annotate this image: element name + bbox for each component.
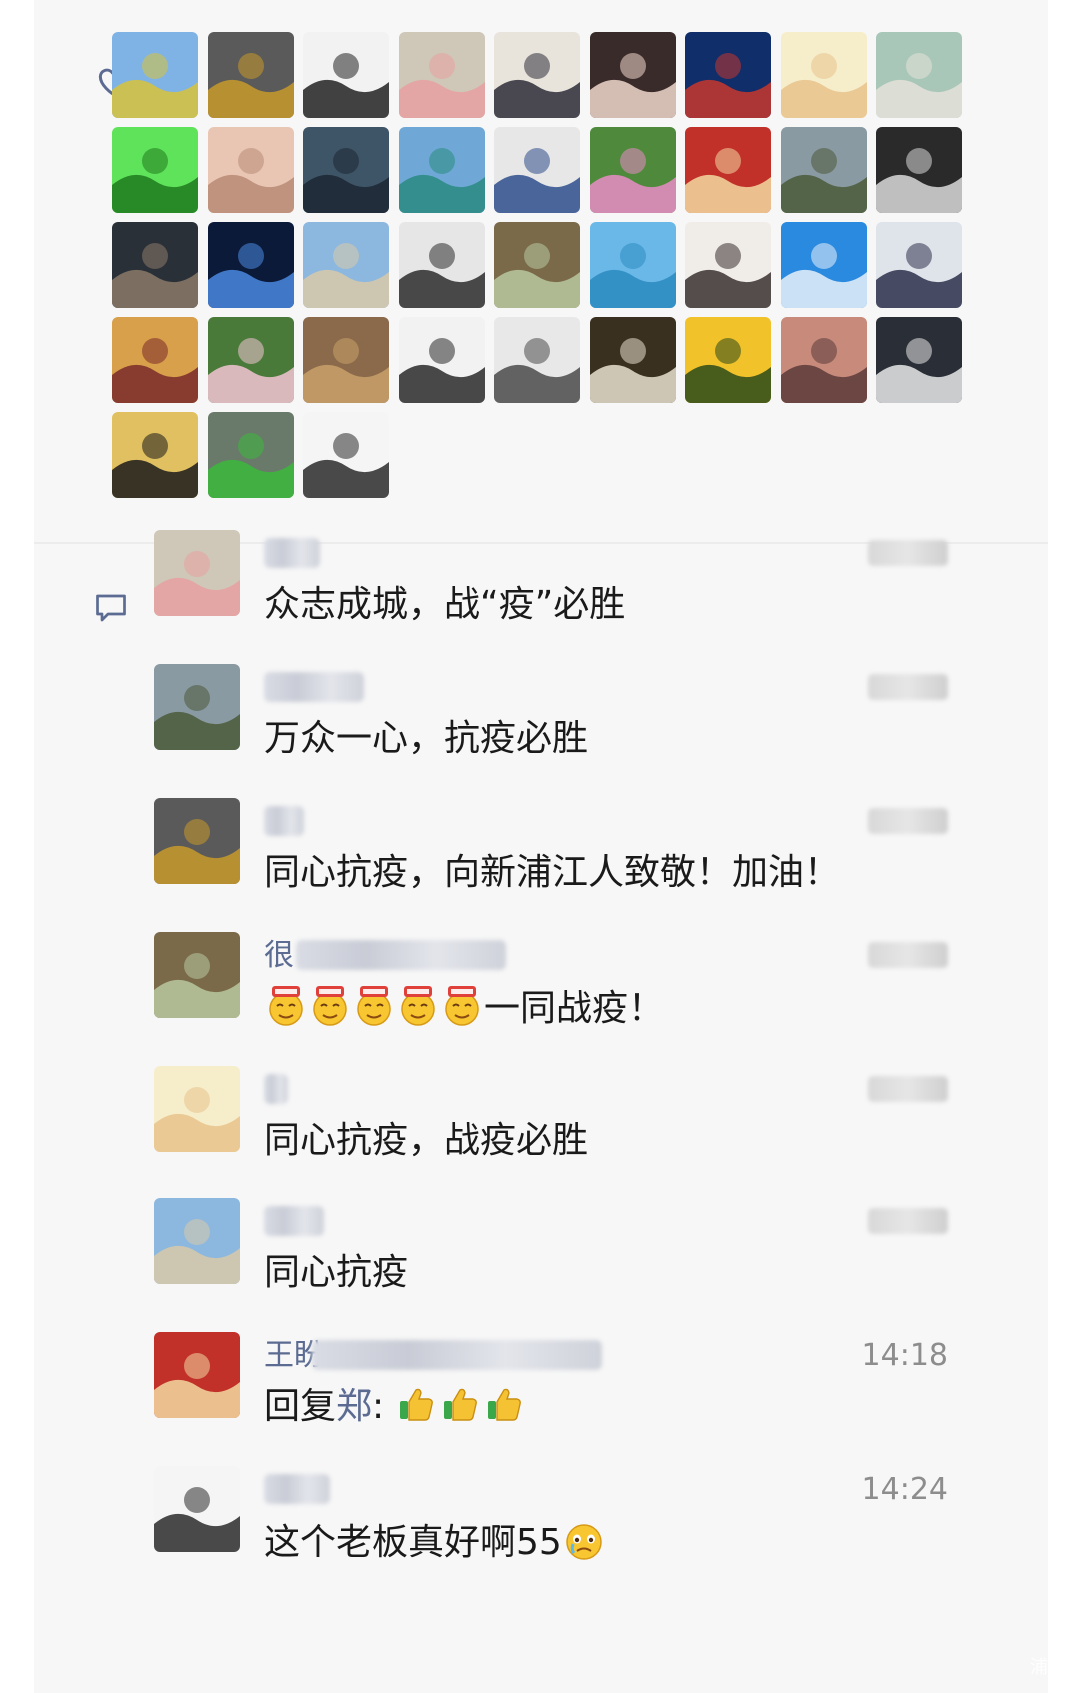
- liker-avatar-tunnel-walkway[interactable]: [589, 317, 676, 403]
- comment-item[interactable]: 14:24 这个老板真好啊55: [34, 1466, 1048, 1606]
- liker-avatar-night-lights[interactable]: [207, 222, 294, 308]
- liker-avatar-city-night[interactable]: [112, 222, 198, 308]
- commenter-avatar[interactable]: [154, 1066, 240, 1152]
- liker-avatar-lotus-flower[interactable]: [589, 127, 676, 213]
- thumbs-up-row: [396, 1386, 528, 1427]
- reply-target-name[interactable]: 郑: [336, 1386, 372, 1427]
- emoji-666-row: [264, 986, 484, 1029]
- liker-avatar-girl-pear[interactable]: [303, 412, 389, 498]
- comment-text: 一同战疫！: [264, 984, 664, 1032]
- comment-item[interactable]: 同心抗疫，战疫必胜: [34, 1066, 1048, 1206]
- thumbs-up-icon: [443, 1388, 477, 1421]
- commenter-avatar[interactable]: [154, 530, 240, 616]
- liker-avatar-lake-mountain[interactable]: [398, 127, 485, 213]
- liker-avatar-toddler-face[interactable]: [207, 127, 294, 213]
- comment-item[interactable]: 很 一同战疫！: [34, 932, 1048, 1072]
- commenter-avatar[interactable]: [154, 932, 240, 1018]
- blurred-username: [296, 940, 506, 970]
- comment-timestamp: 14:24: [861, 1472, 948, 1507]
- liker-avatar-yoga-pose[interactable]: [112, 412, 198, 498]
- liker-avatar-frog-figure[interactable]: [494, 222, 580, 308]
- liker-avatar-beach-walker[interactable]: [303, 222, 389, 308]
- liker-avatar-panda-game[interactable]: [876, 317, 962, 403]
- emoji-666-icon: [269, 986, 303, 1026]
- blurred-username: [264, 538, 320, 568]
- liker-avatar-man-portrait[interactable]: [494, 127, 580, 213]
- commenter-name[interactable]: 很: [264, 938, 294, 974]
- blurred-username: [264, 806, 304, 836]
- liker-avatar-store-interior[interactable]: [780, 317, 867, 403]
- emoji-666-icon: [357, 986, 391, 1026]
- liker-avatar-dandelion[interactable]: [780, 222, 867, 308]
- thumbs-up-icon: [487, 1388, 521, 1421]
- liker-avatar-tea-cup[interactable]: [207, 412, 294, 498]
- liker-avatar-hooded-figure[interactable]: [303, 127, 389, 213]
- commenter-avatar[interactable]: [154, 664, 240, 750]
- emoji-666-icon: [313, 986, 347, 1026]
- moments-detail-panel: 众志成城，战“疫”必胜 万众一心，抗疫必胜 同心抗疫，向新浦江人致敬！加油！ 很…: [34, 0, 1048, 1693]
- blurred-username: [264, 1206, 324, 1236]
- blurred-timestamp: [868, 808, 948, 834]
- blurred-timestamp: [868, 1076, 948, 1102]
- comment-text: 同心抗疫: [264, 1252, 409, 1293]
- comment-text: 同心抗疫，战疫必胜: [264, 1120, 589, 1161]
- comment-item[interactable]: 王盼 14:18 回复郑:: [34, 1332, 1048, 1472]
- blurred-timestamp: [868, 674, 948, 700]
- liker-avatar-seaside-person[interactable]: [685, 32, 771, 118]
- liker-avatar-cartoon-cat[interactable]: [398, 32, 485, 118]
- comment-item[interactable]: 同心抗疫: [34, 1198, 1048, 1338]
- thumbs-up-icon: [399, 1388, 433, 1421]
- liker-avatar-baby-photo[interactable]: [589, 32, 676, 118]
- blurred-timestamp: [868, 1208, 948, 1234]
- liker-avatar-pink-flower[interactable]: [207, 317, 294, 403]
- commenter-avatar[interactable]: [154, 1332, 240, 1418]
- comment-item[interactable]: 众志成城，战“疫”必胜: [34, 530, 1048, 670]
- comment-text-suffix: 一同战疫！: [484, 988, 665, 1029]
- liker-avatar-anime-boy[interactable]: [494, 32, 580, 118]
- commenter-avatar[interactable]: [154, 1198, 240, 1284]
- comment-text: 这个老板真好啊55: [264, 1518, 606, 1566]
- liker-avatar-smiling-woman[interactable]: [685, 222, 771, 308]
- liker-avatar-cycling-mountains[interactable]: [780, 127, 867, 213]
- commenter-avatar[interactable]: [154, 798, 240, 884]
- liker-avatar-robot-statue[interactable]: [207, 32, 294, 118]
- liker-avatar-calligraphy-warrior[interactable]: [303, 32, 389, 118]
- comment-text: 同心抗疫，向新浦江人致敬！加油！: [264, 852, 841, 893]
- liker-avatar-ceremony-stage[interactable]: [685, 127, 771, 213]
- liker-avatar-anime-girl[interactable]: [876, 222, 962, 308]
- likes-section: [34, 0, 1048, 542]
- liker-avatar-cartoon-child[interactable]: [780, 32, 867, 118]
- comment-text: 万众一心，抗疫必胜: [264, 718, 589, 759]
- liker-avatar-man-glasses[interactable]: [876, 127, 962, 213]
- comment-text: 回复郑:: [264, 1384, 528, 1430]
- comment-text: 众志成城，战“疫”必胜: [264, 584, 626, 625]
- liker-avatar-golden-gate[interactable]: [589, 222, 676, 308]
- blurred-username: [312, 1340, 602, 1370]
- liker-avatar-sketch-object[interactable]: [494, 317, 580, 403]
- reply-prefix: 回复: [264, 1386, 337, 1427]
- watermark: 浦江: [1030, 1657, 1066, 1678]
- liker-avatar-green-smiley[interactable]: [112, 127, 198, 213]
- emoji-666-icon: [445, 986, 479, 1026]
- comment-timestamp: 14:18: [861, 1338, 948, 1373]
- blurred-username: [264, 1474, 330, 1504]
- comment-item[interactable]: 万众一心，抗疫必胜: [34, 664, 1048, 804]
- blurred-username: [264, 672, 364, 702]
- blurred-timestamp: [868, 942, 948, 968]
- liker-avatar-sunflower[interactable]: [685, 317, 771, 403]
- emoji-666-icon: [401, 986, 435, 1026]
- crying-emoji-icon: [566, 1524, 602, 1560]
- liker-avatar-fishing-scene[interactable]: [876, 32, 962, 118]
- liker-avatar-landscape-field[interactable]: [112, 32, 198, 118]
- comment-text-body: 这个老板真好啊55: [264, 1522, 562, 1563]
- liker-avatar-dog-shop[interactable]: [303, 317, 389, 403]
- comment-item[interactable]: 同心抗疫，向新浦江人致敬！加油！: [34, 798, 1048, 938]
- liker-avatar-white-smile[interactable]: [398, 317, 485, 403]
- blurred-username: [264, 1074, 288, 1104]
- reply-colon: :: [372, 1386, 385, 1427]
- liker-avatar-woman-portrait[interactable]: [112, 317, 198, 403]
- liker-avatar-cartoon-man[interactable]: [398, 222, 485, 308]
- blurred-timestamp: [868, 540, 948, 566]
- commenter-avatar[interactable]: [154, 1466, 240, 1552]
